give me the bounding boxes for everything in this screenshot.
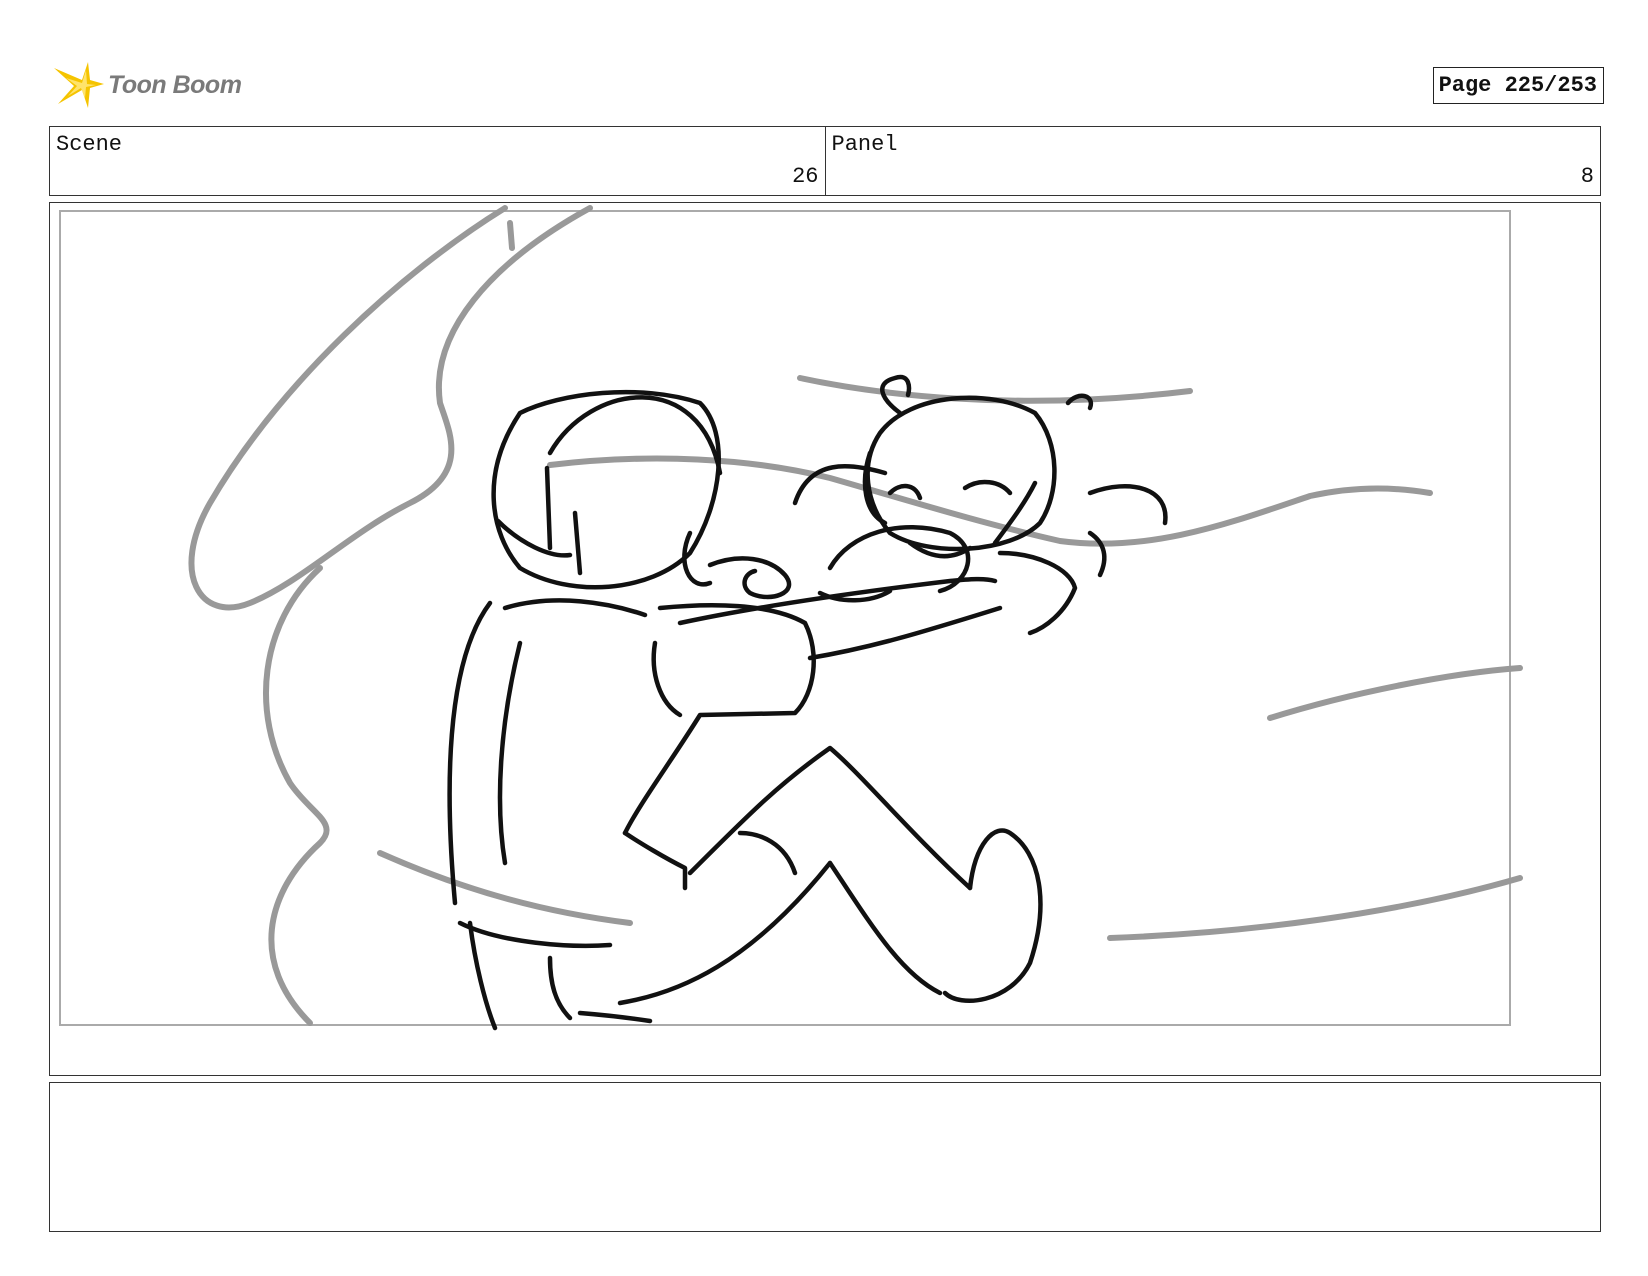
toon-boom-logo: Toon Boom [52,58,252,112]
toon-boom-star-icon [54,62,104,108]
panel-label: Panel [831,132,898,157]
panel-cell: Panel 8 [824,127,1601,195]
page-number: Page 225/253 [1432,67,1604,104]
panel-notes [49,1082,1601,1232]
storyboard-sketch [59,205,1523,1031]
storyboard-panel [49,202,1601,1076]
panel-value: 8 [1580,164,1594,189]
logo-text: Toon Boom [108,70,242,99]
scene-panel-info: Scene 26 Panel 8 [49,126,1601,196]
scene-value: 26 [792,164,819,189]
scene-label: Scene [56,132,123,157]
scene-cell: Scene 26 [50,127,825,195]
